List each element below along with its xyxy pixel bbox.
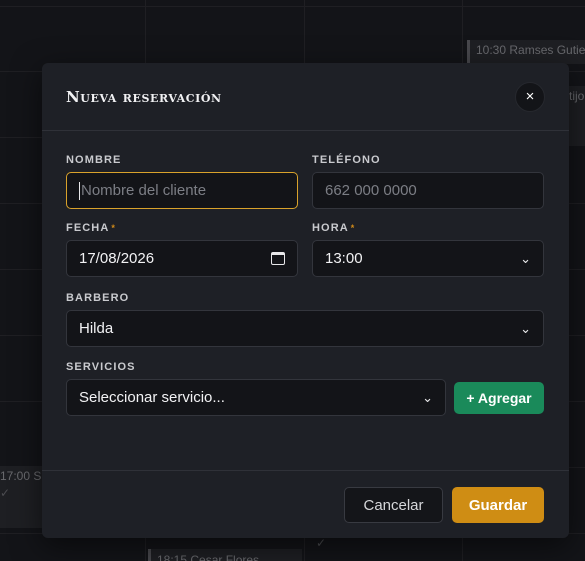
- servicios-value: Seleccionar servicio...: [79, 389, 225, 406]
- cancel-button[interactable]: Cancelar: [344, 487, 443, 523]
- chevron-down-icon: ⌄: [422, 389, 433, 405]
- telefono-input[interactable]: 662 000 0000: [312, 172, 544, 209]
- cancel-label: Cancelar: [363, 496, 424, 514]
- text-cursor: [79, 181, 80, 200]
- close-icon: ×: [525, 88, 535, 105]
- add-service-label: + Agregar: [466, 390, 532, 406]
- hora-label: HORA *: [312, 222, 355, 234]
- calendar-icon[interactable]: [271, 252, 285, 265]
- required-mark: *: [111, 223, 116, 233]
- barbero-select[interactable]: Hilda ⌄: [66, 310, 544, 347]
- add-service-button[interactable]: + Agregar: [454, 382, 544, 414]
- reservation-modal: Nueva reservación × NOMBRE Nombre del cl…: [42, 63, 569, 538]
- modal-header: Nueva reservación ×: [42, 63, 569, 131]
- nombre-input[interactable]: Nombre del cliente: [66, 172, 298, 209]
- barbero-value: Hilda: [79, 320, 114, 337]
- save-button[interactable]: Guardar: [452, 487, 544, 523]
- fecha-label-text: FECHA: [66, 222, 110, 234]
- chevron-down-icon: ⌄: [520, 320, 531, 336]
- modal-title: Nueva reservación: [66, 87, 222, 106]
- servicios-select[interactable]: Seleccionar servicio... ⌄: [66, 379, 446, 416]
- fecha-label: FECHA *: [66, 222, 116, 234]
- hora-label-text: HORA: [312, 222, 349, 234]
- telefono-label: TELÉFONO: [312, 154, 381, 166]
- fecha-value: 17/08/2026: [79, 250, 155, 267]
- chevron-down-icon: ⌄: [520, 250, 531, 266]
- hora-select[interactable]: 13:00 ⌄: [312, 240, 544, 277]
- close-button[interactable]: ×: [515, 81, 545, 112]
- hora-value: 13:00: [325, 250, 363, 267]
- modal-footer: Cancelar Guardar: [42, 470, 569, 538]
- nombre-label: NOMBRE: [66, 154, 122, 166]
- servicios-label: SERVICIOS: [66, 361, 136, 373]
- fecha-input[interactable]: 17/08/2026: [66, 240, 298, 277]
- barbero-label: BARBERO: [66, 292, 130, 304]
- required-mark: *: [350, 223, 356, 233]
- nombre-placeholder: Nombre del cliente: [81, 182, 207, 199]
- save-label: Guardar: [468, 496, 528, 514]
- telefono-placeholder: 662 000 0000: [325, 182, 417, 199]
